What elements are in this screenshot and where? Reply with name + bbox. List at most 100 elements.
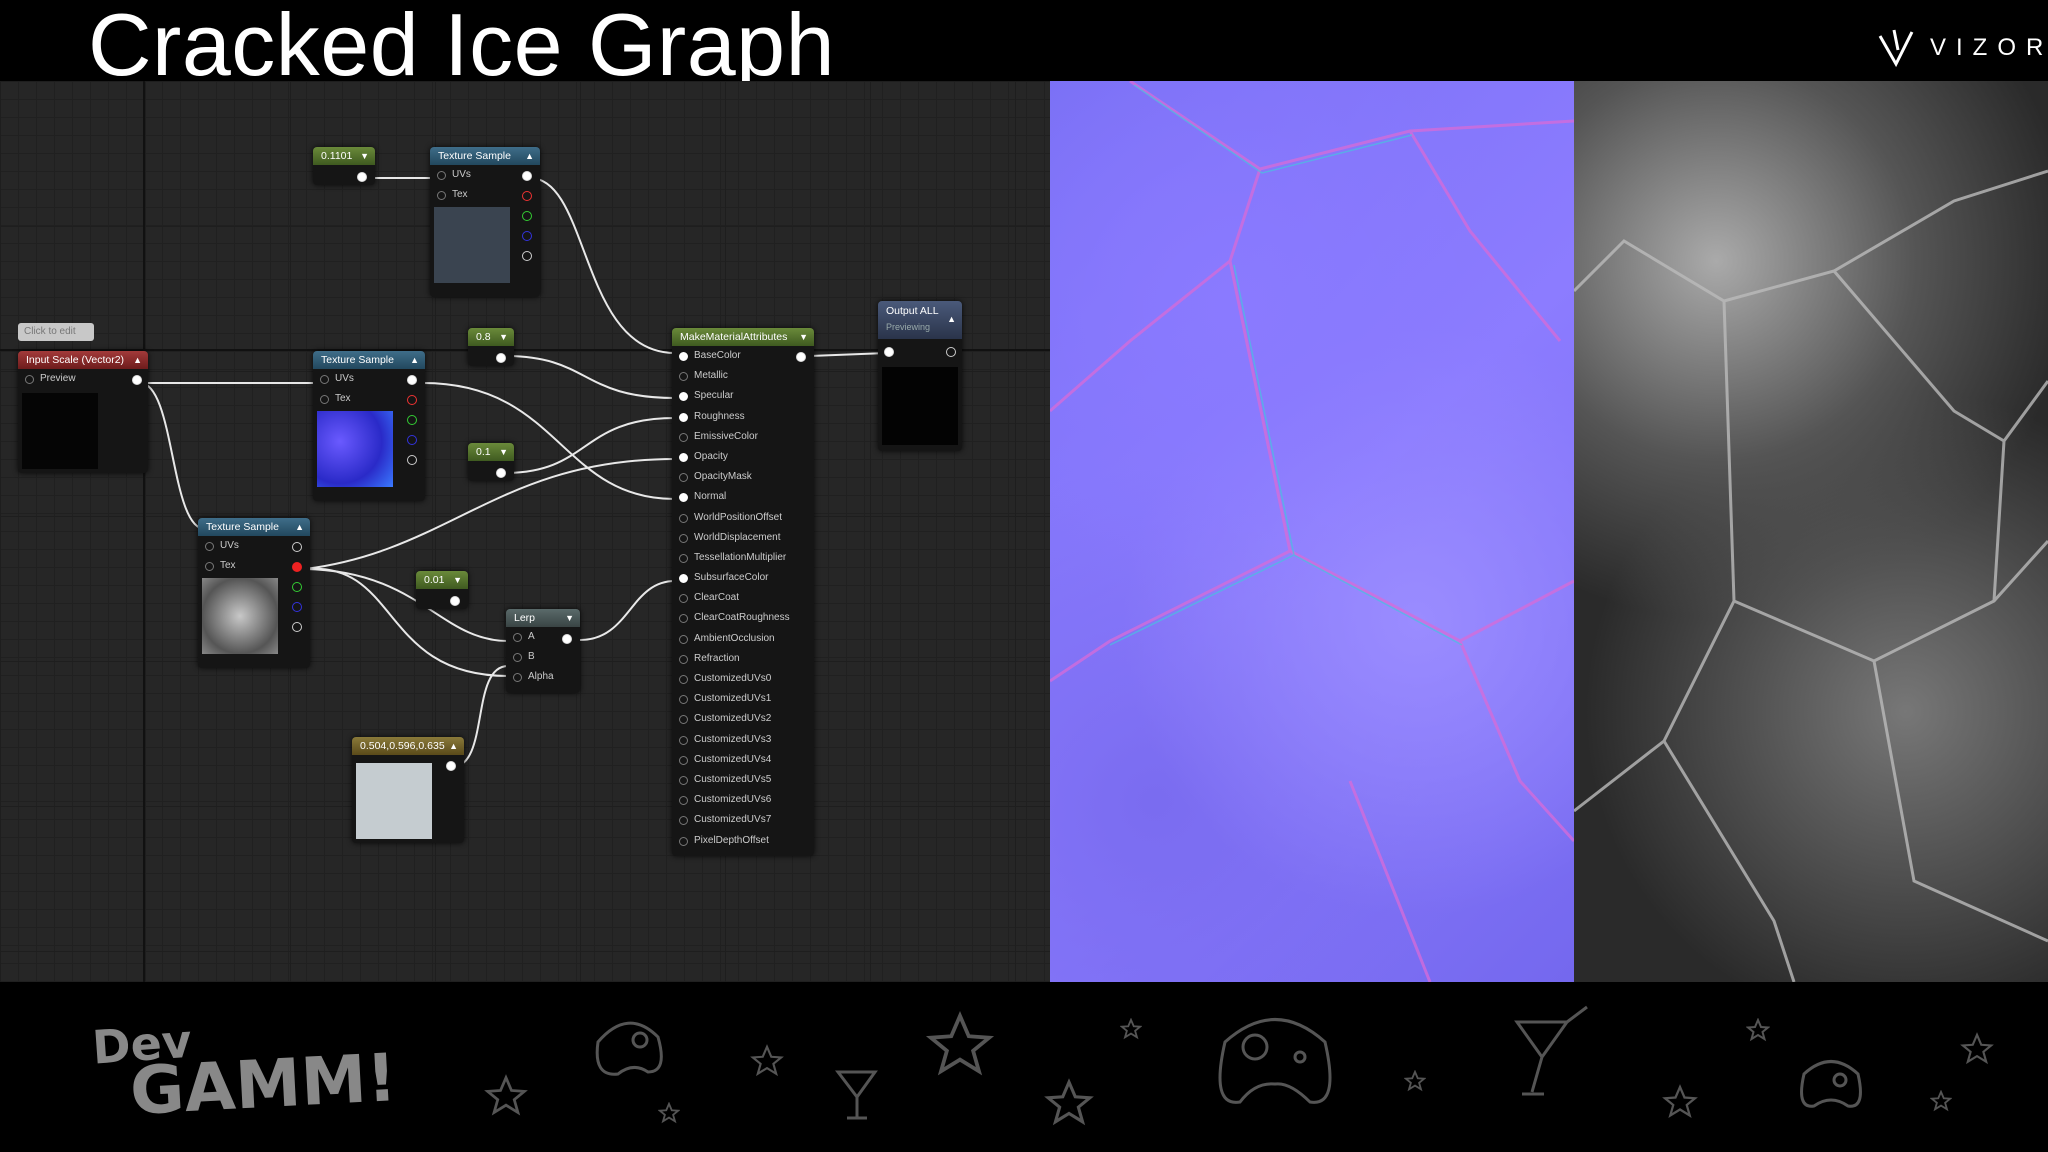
- footer-banner: Dev GAMM!: [0, 982, 2048, 1152]
- material-graph-canvas[interactable]: Click to edit 0.1101 ▼ Texture Sample ▲ UV…: [0, 81, 1050, 982]
- star-icon: [1746, 1018, 1770, 1042]
- output-pin[interactable]: [946, 347, 956, 357]
- material-pin[interactable]: OpacityMask: [672, 467, 814, 487]
- material-pin[interactable]: Normal: [672, 487, 814, 507]
- star-icon: [750, 1044, 784, 1077]
- click-to-edit-badge[interactable]: Click to edit: [18, 323, 94, 341]
- constant-value: 0.504,0.596,0.635 ▲: [352, 737, 464, 755]
- material-pin[interactable]: CustomizedUVs0: [672, 669, 814, 689]
- output-pin-g[interactable]: [407, 415, 417, 425]
- node-title: Texture Sample ▲: [198, 518, 310, 536]
- material-pin[interactable]: CustomizedUVs2: [672, 709, 814, 729]
- vizor-wordmark: VIZOR: [1930, 34, 2048, 61]
- node-title: Output ALL ▲ Previewing: [878, 301, 962, 339]
- constant-value: 0.1101 ▼: [313, 147, 375, 165]
- output-preview: [882, 367, 958, 445]
- alpha-pin[interactable]: Alpha: [506, 667, 580, 687]
- make-material-attributes-node[interactable]: MakeMaterialAttributes ▼ BaseColor Metalli…: [672, 328, 814, 856]
- color-constant-node[interactable]: 0.504,0.596,0.635 ▲: [352, 737, 464, 843]
- material-pin[interactable]: CustomizedUVs3: [672, 730, 814, 750]
- texture-sample-node-mid[interactable]: Texture Sample ▲ UVs Tex: [313, 351, 425, 501]
- material-pin[interactable]: CustomizedUVs5: [672, 770, 814, 790]
- output-pin-g[interactable]: [522, 211, 532, 221]
- star-icon: [484, 1074, 528, 1116]
- input-pin[interactable]: [884, 347, 894, 357]
- star-icon: [925, 1011, 995, 1076]
- material-pin[interactable]: CustomizedUVs6: [672, 790, 814, 810]
- output-pin-b[interactable]: [292, 602, 302, 612]
- output-pin[interactable]: [357, 172, 367, 182]
- material-pin[interactable]: Specular: [672, 386, 814, 406]
- height-map-cracks: [1574, 169, 2048, 982]
- output-pin[interactable]: [796, 352, 806, 362]
- gamepad-icon: [1218, 1018, 1332, 1104]
- material-pin[interactable]: WorldPositionOffset: [672, 508, 814, 528]
- output-pin-b[interactable]: [522, 231, 532, 241]
- star-icon: [658, 1102, 680, 1124]
- material-pin[interactable]: TessellationMultiplier: [672, 548, 814, 568]
- output-all-node[interactable]: Output ALL ▲ Previewing: [878, 301, 962, 451]
- constant-node-001[interactable]: 0.01 ▼: [416, 571, 468, 609]
- devgamm-logo-gamm: GAMM!: [128, 1039, 399, 1130]
- cocktail-icon: [835, 1070, 878, 1120]
- output-pin[interactable]: [132, 375, 142, 385]
- material-pin[interactable]: CustomizedUVs1: [672, 689, 814, 709]
- output-pin-r[interactable]: [292, 562, 302, 572]
- material-pin[interactable]: ClearCoat: [672, 588, 814, 608]
- normal-texture-preview: [317, 411, 393, 487]
- output-pin-a[interactable]: [522, 251, 532, 261]
- preview-pin[interactable]: Preview: [18, 369, 148, 389]
- star-icon: [1044, 1078, 1094, 1126]
- gamepad-icon: [595, 1021, 663, 1076]
- constant-value: 0.8 ▼: [468, 328, 514, 346]
- material-pin[interactable]: EmissiveColor: [672, 427, 814, 447]
- constant-value: 0.1 ▼: [468, 443, 514, 461]
- output-pin-rgb[interactable]: [407, 375, 417, 385]
- node-title: Input Scale (Vector2) ▲: [18, 351, 148, 369]
- material-pins-list: BaseColor Metallic Specular Roughness Emissi…: [672, 346, 814, 851]
- material-pin[interactable]: BaseColor: [672, 346, 814, 366]
- star-icon: [1662, 1084, 1698, 1118]
- output-pin[interactable]: [562, 634, 572, 644]
- b-pin[interactable]: B: [506, 647, 580, 667]
- material-pin[interactable]: AmbientOcclusion: [672, 629, 814, 649]
- vizor-logo: VIZOR: [1876, 26, 2048, 70]
- height-texture-preview: [202, 578, 278, 654]
- node-title: Texture Sample ▲: [430, 147, 540, 165]
- output-pin-g[interactable]: [292, 582, 302, 592]
- material-pin[interactable]: Refraction: [672, 649, 814, 669]
- output-pin[interactable]: [496, 468, 506, 478]
- output-pin-a[interactable]: [407, 455, 417, 465]
- devgamm-logo: Dev GAMM!: [90, 1010, 398, 1130]
- node-title: Lerp ▼: [506, 609, 580, 627]
- output-pin[interactable]: [446, 761, 456, 771]
- material-pin[interactable]: SubsurfaceColor: [672, 568, 814, 588]
- star-icon: [1960, 1032, 1994, 1065]
- constant-node-01101[interactable]: 0.1101 ▼: [313, 147, 375, 185]
- texture-sample-node-top[interactable]: Texture Sample ▲ UVs Tex: [430, 147, 540, 297]
- output-pin[interactable]: [450, 596, 460, 606]
- input-scale-node[interactable]: Input Scale (Vector2) ▲ Preview: [18, 351, 148, 473]
- output-pin-rgb[interactable]: [292, 542, 302, 552]
- material-pin[interactable]: PixelDepthOffset: [672, 831, 814, 851]
- material-pin[interactable]: CustomizedUVs4: [672, 750, 814, 770]
- material-pin[interactable]: Opacity: [672, 447, 814, 467]
- output-pin[interactable]: [496, 353, 506, 363]
- constant-node-01[interactable]: 0.1 ▼: [468, 443, 514, 481]
- vizor-logo-icon: [1878, 29, 1914, 68]
- material-pin[interactable]: ClearCoatRoughness: [672, 608, 814, 628]
- material-pin[interactable]: WorldDisplacement: [672, 528, 814, 548]
- output-pin-rgb[interactable]: [522, 171, 532, 181]
- normal-map-cracks: [1050, 81, 1574, 982]
- output-pin-r[interactable]: [522, 191, 532, 201]
- lerp-node[interactable]: Lerp ▼ A B Alpha: [506, 609, 580, 693]
- constant-node-08[interactable]: 0.8 ▼: [468, 328, 514, 366]
- material-pin[interactable]: Roughness: [672, 407, 814, 427]
- output-pin-a[interactable]: [292, 622, 302, 632]
- material-pin[interactable]: CustomizedUVs7: [672, 810, 814, 830]
- texture-sample-node-bottom[interactable]: Texture Sample ▲ UVs Tex: [198, 518, 310, 668]
- output-pin-r[interactable]: [407, 395, 417, 405]
- material-pin[interactable]: Metallic: [672, 366, 814, 386]
- texture-preview: [434, 207, 510, 283]
- output-pin-b[interactable]: [407, 435, 417, 445]
